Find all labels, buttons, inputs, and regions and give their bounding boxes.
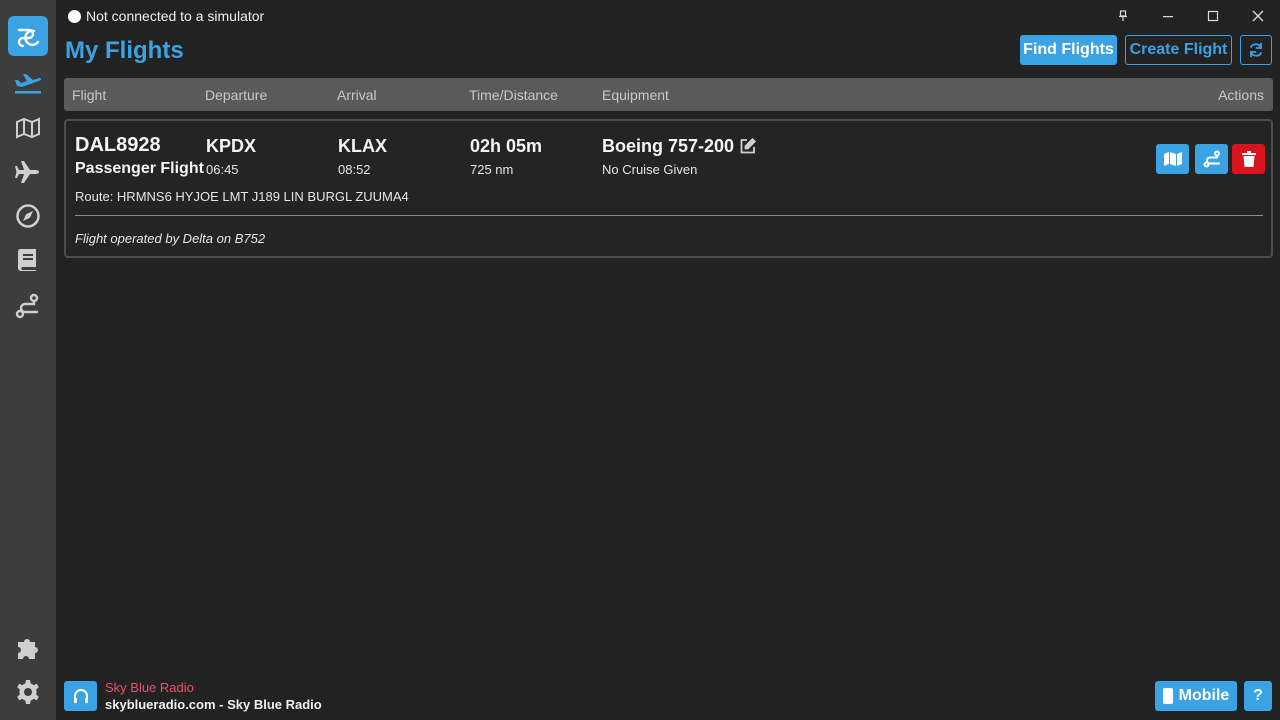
mobile-button[interactable]: Mobile xyxy=(1155,681,1237,711)
main-area: Not connected to a simulator My Flights … xyxy=(56,0,1280,720)
my-flights-icon[interactable] xyxy=(8,64,48,104)
phone-icon xyxy=(1162,688,1173,704)
radio-station-url: skyblueradio.com - Sky Blue Radio xyxy=(105,697,322,712)
column-header-time-distance: Time/Distance xyxy=(469,87,558,103)
page-title: My Flights xyxy=(65,37,184,64)
departure-airport: KPDX xyxy=(206,136,257,156)
trash-icon xyxy=(1241,151,1256,167)
column-header-equipment: Equipment xyxy=(602,87,669,103)
refresh-button[interactable] xyxy=(1240,35,1272,65)
puzzle-icon[interactable] xyxy=(8,628,48,668)
map-icon[interactable] xyxy=(8,108,48,148)
operator-note: Flight operated by Delta on B752 xyxy=(75,231,266,246)
card-divider xyxy=(75,215,1263,216)
table-header: Flight Departure Arrival Time/Distance E… xyxy=(64,78,1273,111)
route-icon xyxy=(1203,150,1220,168)
cruise-info: No Cruise Given xyxy=(602,162,698,177)
flight-type: Passenger Flight xyxy=(75,160,204,177)
gear-icon[interactable] xyxy=(8,672,48,712)
maximize-icon[interactable] xyxy=(1198,4,1228,28)
flight-id: DAL8928 xyxy=(75,134,161,156)
create-flight-button[interactable]: Create Flight xyxy=(1125,35,1232,65)
route-icon[interactable] xyxy=(8,286,48,326)
equipment-name: Boeing 757-200 xyxy=(602,136,735,156)
radio-station-name: Sky Blue Radio xyxy=(105,680,194,695)
flight-card: DAL8928 Passenger Flight KPDX 06:45 KLAX… xyxy=(64,119,1273,258)
headphones-icon xyxy=(73,689,88,703)
status-dot-icon xyxy=(68,9,81,23)
flight-distance: 725 nm xyxy=(470,162,514,177)
minimize-icon[interactable] xyxy=(1153,4,1183,28)
refresh-icon xyxy=(1250,42,1262,58)
view-map-button[interactable] xyxy=(1156,144,1189,174)
compass-icon[interactable] xyxy=(8,196,48,236)
flight-duration: 02h 05m xyxy=(470,136,543,156)
title-bar: Not connected to a simulator xyxy=(56,0,1280,32)
column-header-departure: Departure xyxy=(205,87,268,103)
route-text: Route: HRMNS6 HYJOE LMT J189 LIN BURGL Z… xyxy=(75,189,409,204)
map-icon xyxy=(1163,152,1182,166)
delete-flight-button[interactable] xyxy=(1232,144,1265,174)
radio-button[interactable] xyxy=(64,681,97,711)
pin-icon[interactable] xyxy=(1108,4,1138,28)
edit-icon[interactable] xyxy=(739,137,759,157)
mobile-label: Mobile xyxy=(1178,687,1230,704)
departure-time: 06:45 xyxy=(206,162,239,177)
status-text: Not connected to a simulator xyxy=(86,8,265,24)
arrival-time: 08:52 xyxy=(338,162,371,177)
close-icon[interactable] xyxy=(1243,4,1273,28)
arrival-airport: KLAX xyxy=(338,136,387,156)
logbook-icon[interactable] xyxy=(8,240,48,280)
column-header-arrival: Arrival xyxy=(337,87,377,103)
app-logo-icon[interactable] xyxy=(8,16,48,56)
connection-status: Not connected to a simulator xyxy=(68,8,264,24)
help-button[interactable]: ? xyxy=(1244,681,1272,711)
find-flights-button[interactable]: Find Flights xyxy=(1020,35,1117,65)
view-route-button[interactable] xyxy=(1195,144,1228,174)
column-header-actions: Actions xyxy=(1218,87,1264,103)
sidebar xyxy=(0,0,56,720)
airplane-icon[interactable] xyxy=(8,152,48,192)
column-header-flight: Flight xyxy=(72,87,107,103)
